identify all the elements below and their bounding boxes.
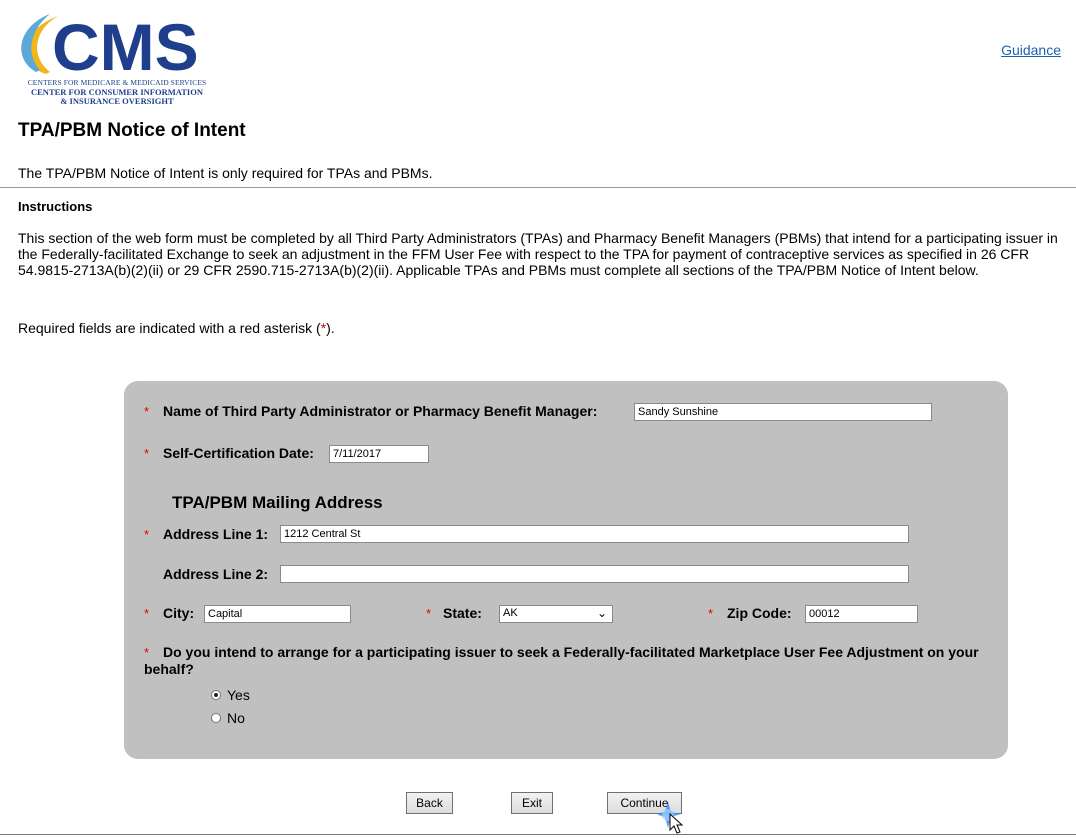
required-asterisk: * [426, 606, 432, 621]
divider [0, 187, 1076, 188]
cms-logo: CMS CENTERS FOR MEDICARE & MEDICAID SERV… [6, 8, 228, 106]
adjustment-question: Do you intend to arrange for a participa… [144, 644, 979, 677]
address-line-2-input[interactable] [280, 565, 909, 583]
bottom-divider [0, 834, 1076, 835]
required-note-prefix: Required fields are indicated with a red… [18, 320, 321, 336]
logo-line-1: CENTERS FOR MEDICARE & MEDICAID SERVICES [27, 78, 207, 87]
page-title: TPA/PBM Notice of Intent [18, 120, 246, 141]
yes-radio[interactable] [211, 690, 221, 700]
required-asterisk: * [144, 446, 150, 461]
name-input[interactable] [634, 403, 932, 421]
exit-button[interactable]: Exit [511, 792, 553, 814]
required-asterisk: * [144, 404, 150, 419]
state-label: State: [443, 605, 482, 621]
cms-logo-text: CMS [52, 10, 199, 78]
required-note: Required fields are indicated with a red… [18, 320, 335, 336]
city-label: City: [163, 605, 195, 621]
address-heading: TPA/PBM Mailing Address [172, 493, 383, 512]
name-label: Name of Third Party Administrator or Pha… [163, 403, 598, 419]
state-select-value: AK [503, 607, 518, 619]
no-radio[interactable] [211, 713, 221, 723]
yes-label: Yes [227, 687, 250, 703]
guidance-link[interactable]: Guidance [1001, 42, 1061, 58]
date-input[interactable] [329, 445, 429, 463]
date-label: Self-Certification Date: [163, 445, 314, 461]
zip-code-input[interactable] [805, 605, 918, 623]
address-line-1-label: Address Line 1: [163, 526, 269, 542]
instructions-body: This section of the web form must be com… [18, 230, 1058, 278]
zip-code-label: Zip Code: [727, 605, 792, 621]
required-asterisk: * [708, 606, 714, 621]
cms-logo-graphic: CMS [21, 10, 199, 84]
required-note-suffix: ). [326, 320, 335, 336]
back-button[interactable]: Back [406, 792, 453, 814]
chevron-down-icon: ⌄ [596, 606, 607, 620]
city-input[interactable] [204, 605, 351, 623]
state-select[interactable]: AK ⌄ [499, 605, 613, 623]
instructions-heading: Instructions [18, 199, 93, 214]
required-asterisk: * [144, 527, 150, 542]
intro-text: The TPA/PBM Notice of Intent is only req… [18, 165, 433, 181]
mouse-cursor-icon [658, 802, 684, 834]
address-line-2-label: Address Line 2: [163, 566, 269, 582]
no-label: No [227, 710, 245, 726]
required-asterisk: * [144, 606, 150, 621]
logo-line-3: & INSURANCE OVERSIGHT [60, 96, 174, 106]
address-line-1-input[interactable] [280, 525, 909, 543]
